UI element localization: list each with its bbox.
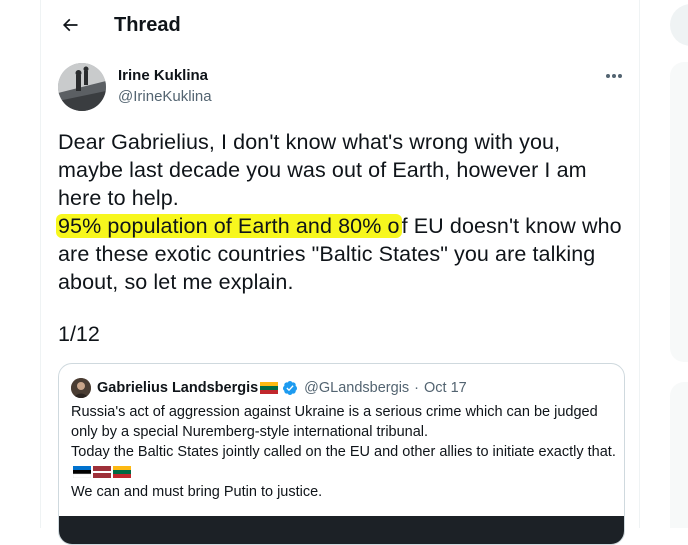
quoted-text: Russia's act of aggression against Ukrai… xyxy=(71,402,616,502)
left-gutter xyxy=(0,0,40,528)
author-name[interactable]: Irine Kuklina xyxy=(118,67,208,84)
quoted-author-handle[interactable]: @GLandsbergis xyxy=(304,380,409,396)
quoted-tweet[interactable]: Gabrielius Landsbergis @GLandsbergis · O… xyxy=(58,363,625,545)
tweet-paragraph-1: Dear Gabrielius, I don't know what's wro… xyxy=(58,130,587,210)
quoted-avatar-image xyxy=(71,378,91,398)
thread-column: Thread Irine Kuklina @IrineKuklina Dear … xyxy=(40,0,640,545)
thread-counter: 1/12 xyxy=(58,322,100,346)
tweet-text: Dear Gabrielius, I don't know what's wro… xyxy=(56,128,628,296)
verified-badge-icon xyxy=(283,381,298,395)
thread-header: Thread xyxy=(41,0,639,52)
highlighted-text: 95% population of Earth and 80% o xyxy=(56,214,402,238)
estonia-flag-icon xyxy=(73,466,91,479)
quoted-media[interactable] xyxy=(59,516,624,544)
author-handle[interactable]: @IrineKuklina xyxy=(118,88,212,105)
lithuania-flag-icon xyxy=(260,382,279,394)
who-to-follow-panel xyxy=(670,382,688,528)
back-button[interactable] xyxy=(53,8,87,42)
quoted-header: Gabrielius Landsbergis @GLandsbergis · O… xyxy=(97,378,467,398)
search-input[interactable] xyxy=(670,4,688,46)
latvia-flag-icon xyxy=(93,466,111,479)
more-horizontal-icon xyxy=(606,74,622,78)
arrow-left-icon xyxy=(62,18,78,32)
separator-dot: · xyxy=(414,380,420,396)
lithuania-flag-icon xyxy=(113,466,131,479)
quoted-author-name[interactable]: Gabrielius Landsbergis xyxy=(97,380,258,396)
avatar-image xyxy=(58,63,106,111)
tweet-paragraph-2: 95% population of Earth and 80% of EU do… xyxy=(56,212,628,296)
quoted-paragraph-3: We can and must bring Putin to justice. xyxy=(71,484,323,500)
quoted-date[interactable]: Oct 17 xyxy=(424,380,467,396)
avatar[interactable] xyxy=(58,63,106,111)
page-title: Thread xyxy=(114,14,181,36)
quoted-avatar[interactable] xyxy=(71,378,91,398)
right-sidebar xyxy=(640,0,688,528)
quoted-paragraph-1: Russia's act of aggression against Ukrai… xyxy=(71,404,598,440)
trends-panel xyxy=(670,62,688,362)
quoted-paragraph-2: Today the Baltic States jointly called o… xyxy=(71,442,616,482)
more-options-button[interactable] xyxy=(601,66,627,86)
quoted-paragraph-2-text: Today the Baltic States jointly called o… xyxy=(71,444,616,460)
